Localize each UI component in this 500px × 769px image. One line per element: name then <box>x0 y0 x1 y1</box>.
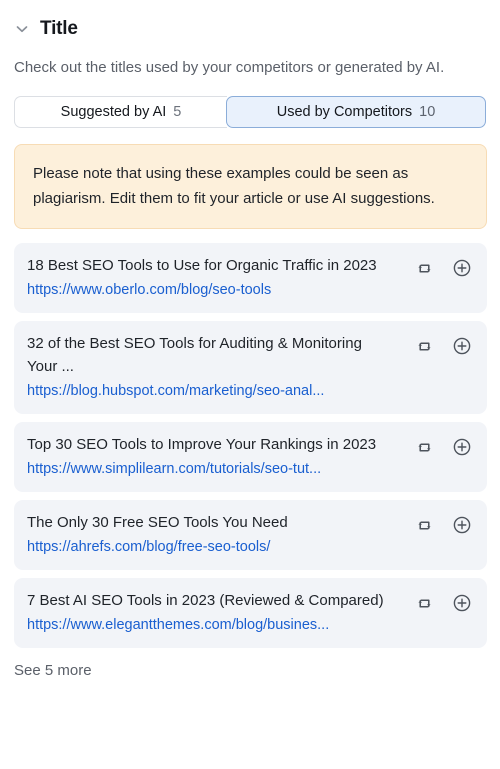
list-item: 18 Best SEO Tools to Use for Organic Tra… <box>14 243 487 313</box>
plus-circle-icon[interactable] <box>451 436 473 458</box>
list-item: The Only 30 Free SEO Tools You Need http… <box>14 500 487 570</box>
tab-label: Suggested by AI <box>60 104 167 120</box>
plagiarism-notice: Please note that using these examples co… <box>14 144 487 229</box>
result-url-link[interactable]: https://ahrefs.com/blog/free-seo-tools/ <box>27 536 399 558</box>
plus-circle-icon[interactable] <box>451 514 473 536</box>
list-item: Top 30 SEO Tools to Improve Your Ranking… <box>14 422 487 492</box>
chevron-down-icon[interactable] <box>14 21 30 37</box>
tab-count-badge: 10 <box>419 104 436 120</box>
result-url-link[interactable]: https://www.oberlo.com/blog/seo-tools <box>27 279 399 301</box>
result-url-link[interactable]: https://www.simplilearn.com/tutorials/se… <box>27 458 399 480</box>
list-item: 32 of the Best SEO Tools for Auditing & … <box>14 321 487 414</box>
result-body: 7 Best AI SEO Tools in 2023 (Reviewed & … <box>27 589 405 636</box>
see-more-button[interactable]: See 5 more <box>14 661 92 681</box>
result-body: The Only 30 Free SEO Tools You Need http… <box>27 511 405 558</box>
result-title: 32 of the Best SEO Tools for Auditing & … <box>27 335 362 375</box>
notice-text: Please note that using these examples co… <box>33 165 435 207</box>
result-actions <box>413 511 473 536</box>
tab-label: Used by Competitors <box>276 104 413 120</box>
plus-circle-icon[interactable] <box>451 335 473 357</box>
result-body: 32 of the Best SEO Tools for Auditing & … <box>27 332 405 402</box>
plus-circle-icon[interactable] <box>451 257 473 279</box>
swap-icon[interactable] <box>413 514 435 536</box>
swap-icon[interactable] <box>413 335 435 357</box>
tab-group: Suggested by AI 5 Used by Competitors 10 <box>14 96 487 128</box>
result-actions <box>413 589 473 614</box>
result-actions <box>413 433 473 458</box>
section-header-title[interactable]: Title <box>14 0 486 42</box>
result-title: The Only 30 Free SEO Tools You Need <box>27 514 288 531</box>
tab-used-by-competitors[interactable]: Used by Competitors 10 <box>226 96 486 128</box>
result-title: 18 Best SEO Tools to Use for Organic Tra… <box>27 257 377 274</box>
title-section-panel: Title Check out the titles used by your … <box>0 0 500 681</box>
competitor-titles-list: 18 Best SEO Tools to Use for Organic Tra… <box>14 243 487 648</box>
page-title: Title <box>40 18 78 39</box>
result-title: Top 30 SEO Tools to Improve Your Ranking… <box>27 436 377 453</box>
result-title: 7 Best AI SEO Tools in 2023 (Reviewed & … <box>27 592 384 609</box>
swap-icon[interactable] <box>413 436 435 458</box>
result-actions <box>413 254 473 279</box>
swap-icon[interactable] <box>413 257 435 279</box>
plus-circle-icon[interactable] <box>451 592 473 614</box>
result-actions <box>413 332 473 357</box>
result-body: 18 Best SEO Tools to Use for Organic Tra… <box>27 254 405 301</box>
result-url-link[interactable]: https://blog.hubspot.com/marketing/seo-a… <box>27 380 399 402</box>
section-description: Check out the titles used by your compet… <box>14 59 445 76</box>
swap-icon[interactable] <box>413 592 435 614</box>
list-item: 7 Best AI SEO Tools in 2023 (Reviewed & … <box>14 578 487 648</box>
result-url-link[interactable]: https://www.elegantthemes.com/blog/busin… <box>27 614 399 636</box>
tab-suggested-by-ai[interactable]: Suggested by AI 5 <box>14 96 227 128</box>
tab-count-badge: 5 <box>173 104 182 120</box>
result-body: Top 30 SEO Tools to Improve Your Ranking… <box>27 433 405 480</box>
